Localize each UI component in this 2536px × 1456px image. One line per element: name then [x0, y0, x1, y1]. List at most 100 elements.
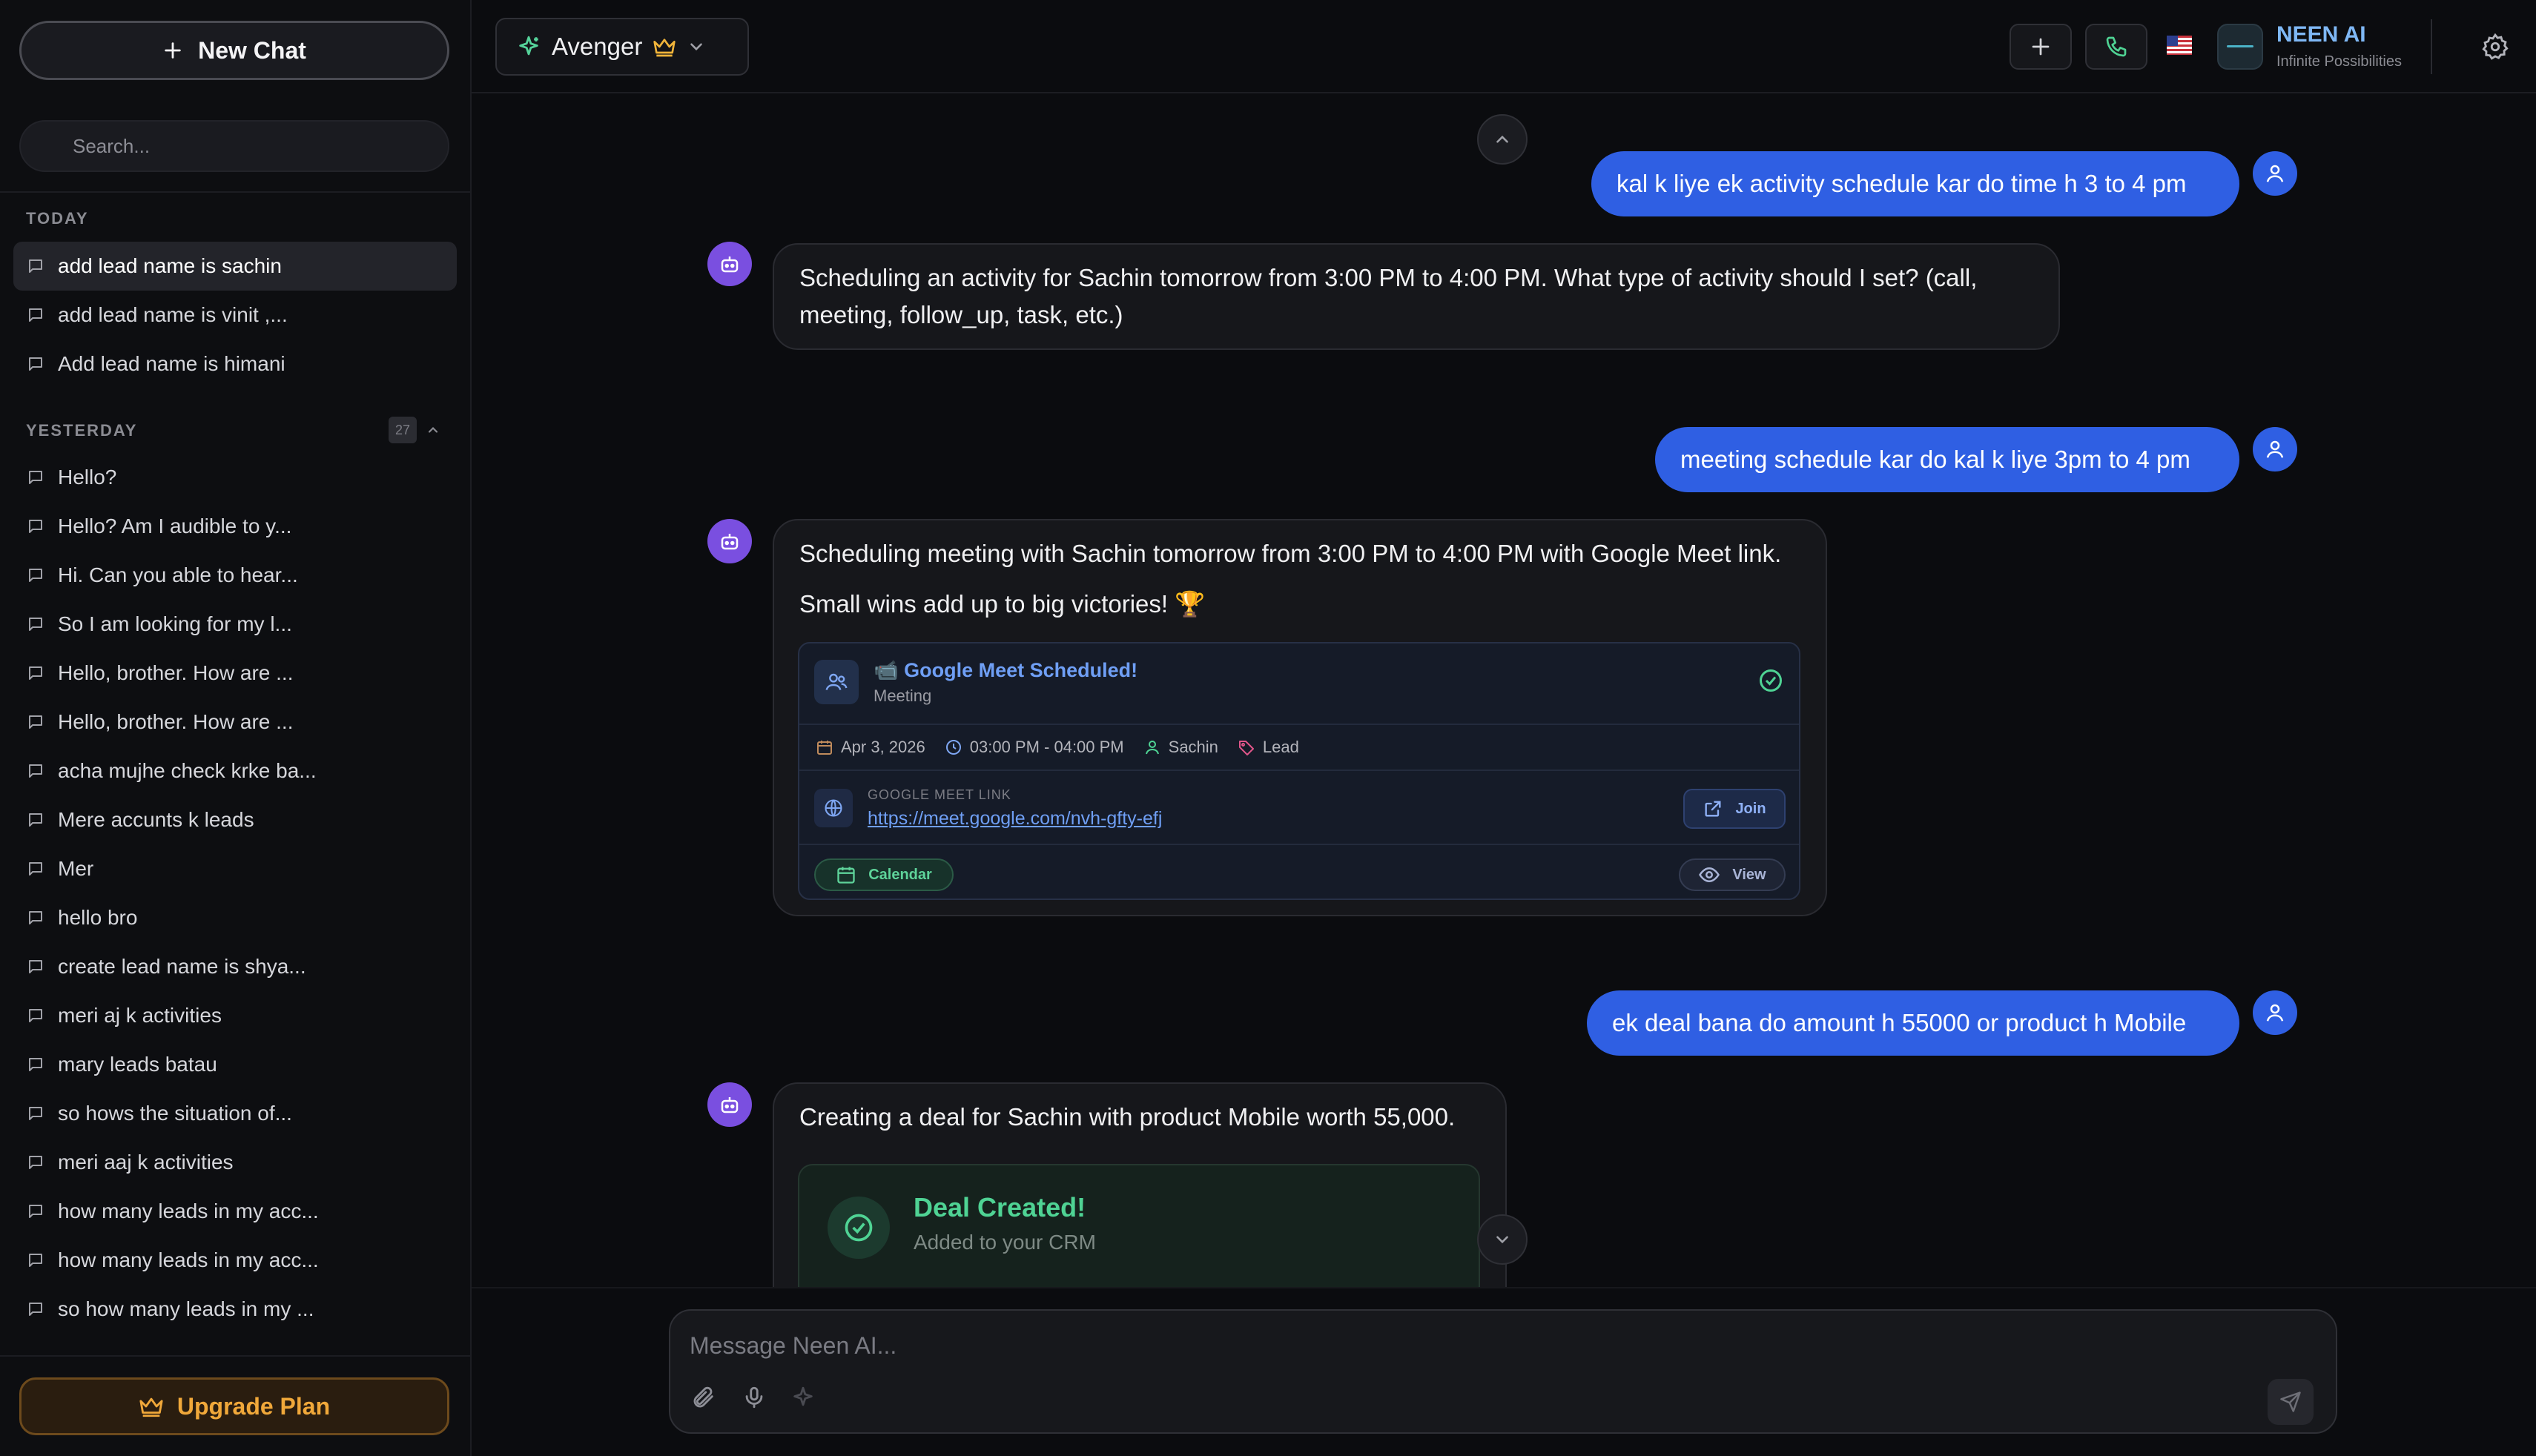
sidebar-chat-item-label: so hows the situation of...	[58, 1102, 292, 1125]
globe-icon	[814, 789, 853, 827]
sidebar-chat-item[interactable]: add lead name is sachin	[13, 242, 457, 291]
check-circle-icon	[828, 1197, 890, 1259]
sidebar-chat-item-label: Add lead name is himani	[58, 352, 285, 375]
sidebar-chat-item[interactable]: Hello? Am I audible to y...	[13, 502, 457, 551]
sidebar-chat-item-label: Hello?	[58, 466, 117, 489]
search-input[interactable]: Search...	[19, 120, 449, 172]
message-square-icon	[27, 1007, 44, 1025]
sidebar-chat-item-label: how many leads in my acc...	[58, 1199, 319, 1222]
sidebar-chat-item-label: Mer	[58, 857, 94, 880]
sidebar-chat-item-label: hello bro	[58, 906, 138, 929]
sidebar-chat-item[interactable]: hello bro	[13, 893, 457, 942]
meeting-time: 03:00 PM - 04:00 PM	[945, 738, 1124, 757]
send-button[interactable]	[2268, 1379, 2314, 1425]
sidebar-chat-item[interactable]: how many leads in my acc...	[13, 1236, 457, 1285]
join-meeting-button[interactable]: Join	[1683, 789, 1786, 829]
meeting-date-text: Apr 3, 2026	[841, 738, 925, 756]
sidebar-chat-item[interactable]: Mer	[13, 844, 457, 893]
tag-icon	[1238, 738, 1255, 756]
sidebar-chat-item[interactable]: mary leads batau	[13, 1040, 457, 1089]
calendar-button[interactable]: Calendar	[814, 858, 954, 891]
user-message: ek deal bana do amount h 55000 or produc…	[1587, 990, 2239, 1056]
calendar-label: Calendar	[868, 866, 932, 883]
meeting-tag-text: Lead	[1262, 738, 1299, 756]
meeting-person: Sachin	[1143, 738, 1218, 757]
user-message: meeting schedule kar do kal k liye 3pm t…	[1655, 427, 2239, 492]
deal-card: Deal Created! Added to your CRM	[798, 1164, 1480, 1288]
message-square-icon	[27, 1056, 44, 1073]
sidebar-chat-item[interactable]: Hello?	[13, 453, 457, 502]
message-square-icon	[27, 1202, 44, 1220]
message-square-icon	[27, 1251, 44, 1269]
chevron-up-icon[interactable]	[426, 423, 440, 437]
sidebar-chat-item[interactable]: meri aaj k activities	[13, 1138, 457, 1187]
meeting-details: Apr 3, 2026 03:00 PM - 04:00 PM Sachin L…	[799, 724, 1799, 771]
sidebar-chat-item[interactable]: Add lead name is himani	[13, 340, 457, 388]
sidebar-chat-item[interactable]: add lead name is vinit ,...	[13, 291, 457, 340]
settings-icon[interactable]	[2481, 33, 2509, 61]
sidebar-chat-item[interactable]: Hello, brother. How are ...	[13, 698, 457, 747]
call-button[interactable]	[2085, 24, 2147, 70]
message-input[interactable]	[690, 1327, 2247, 1364]
sidebar-divider	[0, 191, 472, 193]
meeting-person-text: Sachin	[1168, 738, 1218, 756]
model-selector[interactable]: Avenger	[495, 18, 749, 76]
sidebar-chat-item[interactable]: create lead name is shya...	[13, 942, 457, 991]
message-square-icon	[27, 958, 44, 976]
sidebar-chat-item[interactable]: Mere accunts k leads	[13, 795, 457, 844]
sparkle-icon[interactable]	[790, 1385, 816, 1410]
message-square-icon	[27, 257, 44, 275]
person-icon	[1143, 738, 1161, 756]
sidebar-chat-item[interactable]: so hows the situation of...	[13, 1089, 457, 1138]
sidebar: New Chat Search... TODAY add lead name i…	[0, 0, 472, 1456]
send-icon	[2279, 1391, 2302, 1413]
message-square-icon	[27, 566, 44, 584]
sidebar-chat-item-label: add lead name is sachin	[58, 254, 282, 277]
eye-icon	[1698, 864, 1720, 886]
sidebar-chat-item[interactable]: meri aj k activities	[13, 991, 457, 1040]
user-avatar-icon	[2253, 990, 2297, 1035]
scroll-up-button[interactable]	[1477, 114, 1528, 165]
message-composer	[669, 1309, 2337, 1434]
message-square-icon	[27, 1300, 44, 1318]
message-square-icon	[27, 713, 44, 731]
assistant-message-line: Creating a deal for Sachin with product …	[799, 1103, 1456, 1131]
sidebar-chat-item[interactable]: so how many leads in my ...	[13, 1285, 457, 1334]
microphone-icon[interactable]	[742, 1385, 767, 1410]
model-name: Avenger	[552, 33, 643, 60]
sidebar-chat-item[interactable]: how many leads in my acc...	[13, 1187, 457, 1236]
new-item-button[interactable]	[2010, 24, 2072, 70]
sidebar-chat-item-label: meri aaj k activities	[58, 1151, 234, 1174]
message-square-icon	[27, 517, 44, 535]
message-square-icon	[27, 860, 44, 878]
new-chat-button[interactable]: New Chat	[19, 21, 449, 80]
sidebar-chat-item-label: Hello, brother. How are ...	[58, 661, 294, 684]
view-button[interactable]: View	[1679, 858, 1786, 891]
view-label: View	[1732, 866, 1766, 883]
scroll-down-button[interactable]	[1477, 1214, 1528, 1265]
calendar-icon	[836, 864, 856, 885]
meet-link-url[interactable]: https://meet.google.com/nvh-gfty-efj	[868, 808, 1162, 830]
plus-icon	[162, 40, 183, 61]
paperclip-icon[interactable]	[691, 1385, 716, 1410]
bot-avatar-icon	[707, 242, 752, 286]
upgrade-plan-button[interactable]: Upgrade Plan	[19, 1377, 449, 1435]
sidebar-chat-item-label: Hello, brother. How are ...	[58, 710, 294, 733]
sidebar-chat-item[interactable]: Hi. Can you able to hear...	[13, 551, 457, 600]
sidebar-chat-item[interactable]: So I am looking for my l...	[13, 600, 457, 649]
us-flag-icon[interactable]	[2167, 36, 2192, 55]
yesterday-count-badge: 27	[389, 417, 417, 443]
sidebar-chat-item-label: how many leads in my acc...	[58, 1248, 319, 1271]
sidebar-chat-item[interactable]: acha mujhe check krke ba...	[13, 747, 457, 795]
sidebar-chat-item-label: meri aj k activities	[58, 1004, 222, 1027]
sidebar-chat-item[interactable]: Hello, brother. How are ...	[13, 649, 457, 698]
message-square-icon	[27, 909, 44, 927]
user-message: kal k liye ek activity schedule kar do t…	[1591, 151, 2239, 216]
sidebar-chat-item-label: add lead name is vinit ,...	[58, 303, 288, 326]
join-label: Join	[1735, 800, 1766, 817]
meet-link-row: GOOGLE MEET LINK https://meet.google.com…	[799, 771, 1799, 844]
crown-icon	[139, 1395, 164, 1417]
meet-link-label: GOOGLE MEET LINK	[868, 787, 1011, 802]
external-link-icon	[1703, 798, 1723, 819]
sidebar-chat-item-label: create lead name is shya...	[58, 955, 306, 978]
